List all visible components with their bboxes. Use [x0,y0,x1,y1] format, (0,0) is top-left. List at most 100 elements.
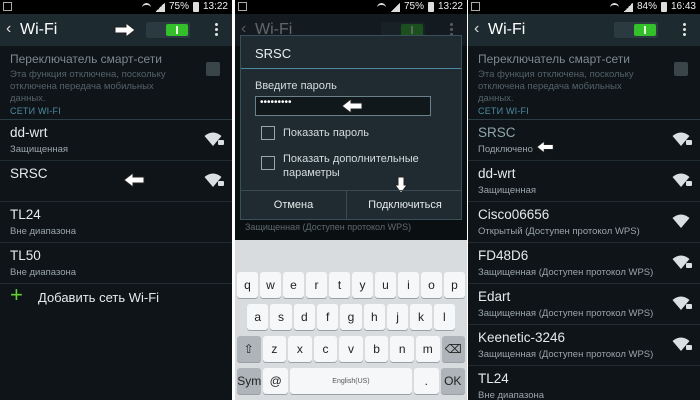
key[interactable]: o [421,272,442,298]
soft-keyboard: q w e r t y u i o p a s d f g h j k l ⇧ … [235,240,467,400]
back-icon[interactable]: ‹ [6,20,11,38]
sym-key[interactable]: Sym [237,368,262,394]
lock-icon [686,181,692,186]
space-key[interactable]: English(US) [289,368,413,394]
key[interactable]: s [270,304,292,330]
key[interactable]: e [283,272,304,298]
wifi-toggle[interactable] [614,22,658,38]
key[interactable]: i [398,272,419,298]
network-name: TL24 [478,371,509,386]
password-dialog: SRSC Введите пароль ••••••••• Показать п… [240,35,462,220]
lock-icon [686,140,692,145]
connect-button[interactable]: Подключиться [347,191,463,219]
backspace-key[interactable]: ⌫ [441,336,466,362]
signal-icon [154,2,165,12]
battery-percent: 75% [168,1,189,12]
network-row-tl24[interactable]: TL24 Вне диапазона [468,366,700,400]
smart-checkbox [674,62,688,76]
network-row-fd48d6[interactable]: FD48D6 Защищенная (Доступен протокол WPS… [468,243,700,284]
key[interactable]: w [260,272,281,298]
lock-icon [218,181,224,186]
ok-key[interactable]: OK [440,368,465,394]
page-title: Wi-Fi [488,21,526,38]
key[interactable]: l [433,304,455,330]
network-row-cisco06656[interactable]: Cisco06656 Открытый (Доступен протокол W… [468,202,700,243]
add-network-label: Добавить сеть Wi-Fi [38,290,160,305]
notification-icon [238,2,247,11]
shift-key[interactable]: ⇧ [237,336,261,362]
keyboard-row-1: q w e r t y u i o p [237,272,465,298]
wifi-toggle[interactable] [146,22,190,38]
network-row-edart[interactable]: Edart Защищенная (Доступен протокол WPS) [468,284,700,325]
key[interactable]: h [363,304,385,330]
network-status: Защищенная [10,144,69,155]
back-icon[interactable]: ‹ [474,20,479,38]
smart-desc: Эта функция отключена, поскольку отключе… [478,69,634,104]
wifi-status-icon [376,2,386,12]
plus-icon: + [10,282,23,307]
network-status: Вне диапазона [10,226,77,237]
network-status: Вне диапазона [10,267,77,278]
battery-percent: 84% [636,1,657,12]
network-name: SRSC [478,125,516,140]
show-advanced-checkbox[interactable] [261,156,275,170]
key[interactable]: c [313,336,338,362]
network-name: FD48D6 [478,248,529,263]
network-row-srsc[interactable]: SRSC Подключено [468,120,700,161]
network-row-dd-wrt[interactable]: dd-wrt Защищенная [468,161,700,202]
action-bar: ‹ Wi-Fi [468,14,700,46]
key[interactable]: u [375,272,396,298]
network-name: Edart [478,289,511,304]
more-options-icon[interactable] [683,22,686,37]
notification-icon [3,2,12,11]
network-status: Защищенная [478,185,537,196]
key[interactable]: v [339,336,363,362]
key[interactable]: n [390,336,414,362]
clock: 16:43 [670,1,696,12]
key[interactable]: t [329,272,350,298]
pointer-arrow-icon [536,141,554,153]
network-name: SRSC [10,166,48,181]
key[interactable]: p [444,272,465,298]
network-row-tl24[interactable]: TL24 Вне диапазона [0,202,232,243]
signal-icon [389,2,400,12]
key[interactable]: q [237,272,258,298]
password-value: ••••••••• [260,97,292,108]
pointer-arrow-icon [123,173,145,187]
network-status-behind: Защищенная (Доступен протокол WPS) [245,222,412,232]
key[interactable]: g [340,304,362,330]
key[interactable]: y [352,272,373,298]
lock-icon [218,140,224,145]
network-row-tl50[interactable]: TL50 Вне диапазона [0,243,232,284]
pointer-arrow-icon [341,99,363,113]
screen-wifi-connected: 84% 16:43 ‹ Wi-Fi Переключатель смарт-се… [468,0,700,400]
key[interactable]: f [316,304,339,330]
more-options-icon[interactable] [215,22,218,37]
battery-icon [427,2,434,12]
cancel-button[interactable]: Отмена [241,191,347,219]
signal-icon [622,2,633,12]
at-key[interactable]: @ [263,368,288,394]
network-name: dd-wrt [478,166,516,181]
network-status: Защищенная (Доступен протокол WPS) [478,267,654,278]
lock-icon [686,304,692,309]
key[interactable]: r [306,272,327,298]
key[interactable]: j [386,304,409,330]
lock-icon [686,263,692,268]
period-key[interactable]: . [414,368,439,394]
network-row-srsc[interactable]: SRSC [0,161,232,202]
key[interactable]: k [410,304,432,330]
key[interactable]: m [415,336,440,362]
wifi-status-icon [609,2,619,12]
key[interactable]: b [364,336,389,362]
section-header: СЕТИ WI-FI [478,106,529,116]
key[interactable]: d [293,304,315,330]
key[interactable]: a [247,304,269,330]
network-name: dd-wrt [10,125,48,140]
network-row-keenetic-3246[interactable]: Keenetic-3246 Защищенная (Доступен прото… [468,325,700,366]
key[interactable]: x [288,336,312,362]
network-row-dd-wrt[interactable]: dd-wrt Защищенная [0,120,232,161]
keyboard-row-3: ⇧ z x c v b n m ⌫ [237,336,466,362]
show-password-checkbox[interactable] [261,126,275,140]
key[interactable]: z [262,336,287,362]
